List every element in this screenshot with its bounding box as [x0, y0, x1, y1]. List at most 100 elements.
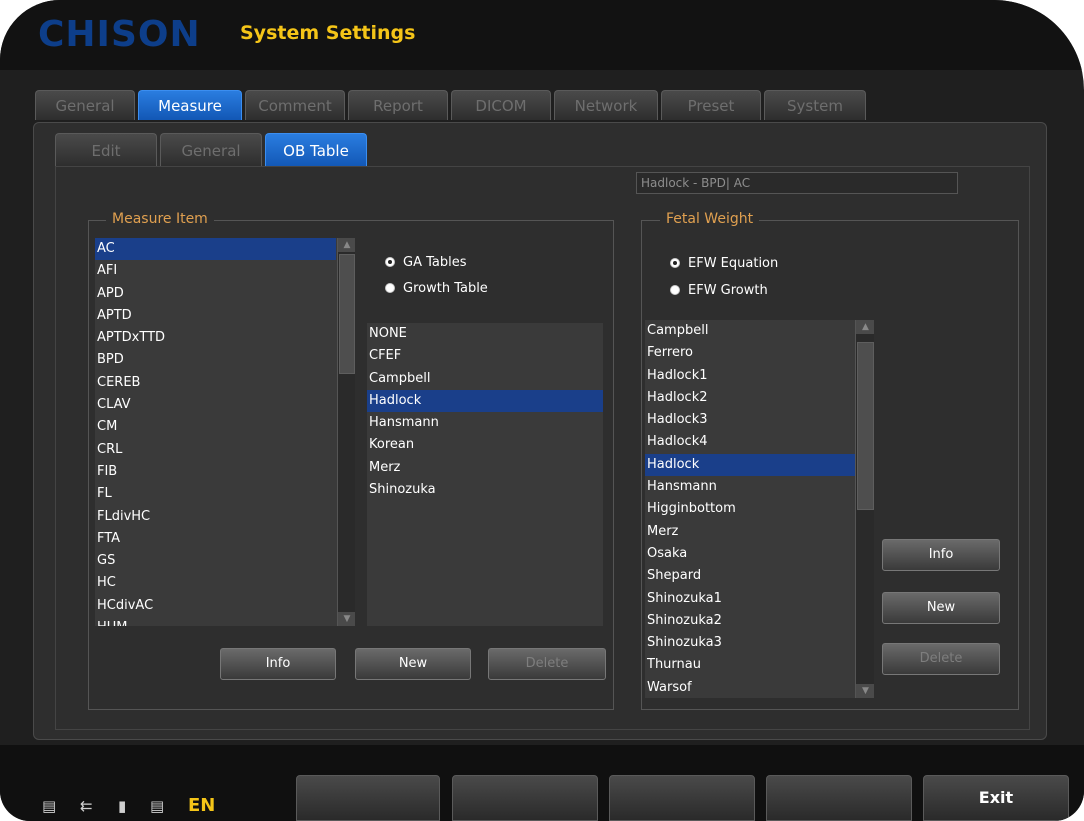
growth-table-radio[interactable]: Growth Table [385, 281, 488, 296]
fetal-weight-legend: Fetal Weight [660, 211, 760, 227]
efw-list-scrollbar[interactable]: ▲ ▼ [855, 320, 874, 698]
application-window: CHISON System Settings General Measure C… [0, 0, 1084, 821]
list-item[interactable]: AC [95, 238, 336, 261]
function-button-1[interactable] [296, 775, 440, 821]
tab-preset[interactable]: Preset [661, 90, 761, 120]
list-item[interactable]: CLAV [95, 394, 336, 416]
radio-unchecked-icon [670, 285, 680, 295]
author-list[interactable]: NONE CFEF Campbell Hadlock Hansmann Kore… [367, 323, 603, 626]
radio-checked-icon [385, 257, 395, 267]
exit-button[interactable]: Exit [923, 775, 1069, 821]
list-item[interactable]: FLdivHC [95, 506, 336, 528]
list-item[interactable]: Osaka [645, 543, 855, 565]
list-item[interactable]: CFEF [367, 345, 603, 367]
tab-measure[interactable]: Measure [138, 90, 242, 120]
subtab-edit[interactable]: Edit [55, 133, 157, 167]
list-item[interactable]: Hadlock [367, 389, 603, 413]
list-item[interactable]: Warsof [645, 677, 855, 698]
page-title: System Settings [240, 22, 416, 44]
list-item[interactable]: Hadlock3 [645, 409, 855, 431]
ga-tables-label: GA Tables [403, 255, 467, 270]
list-item[interactable]: APTDxTTD [95, 327, 336, 349]
ga-tables-radio[interactable]: GA Tables [385, 255, 467, 270]
language-indicator: EN [188, 795, 216, 816]
new-button[interactable]: New [355, 648, 471, 680]
network-icon: ▤ [42, 797, 57, 815]
tab-general[interactable]: General [35, 90, 135, 120]
list-item[interactable]: AFI [95, 260, 336, 282]
list-item[interactable]: FL [95, 483, 336, 505]
efw-growth-radio[interactable]: EFW Growth [670, 283, 768, 298]
scroll-up-icon[interactable]: ▲ [338, 238, 355, 252]
list-item[interactable]: HCdivAC [95, 595, 336, 617]
list-item[interactable]: Shepard [645, 565, 855, 587]
list-item[interactable]: Shinozuka3 [645, 632, 855, 654]
list-item[interactable]: Hadlock4 [645, 431, 855, 453]
list-item[interactable]: Shinozuka [367, 479, 603, 501]
list-item[interactable]: Ferrero [645, 342, 855, 364]
list-item[interactable]: Campbell [367, 368, 603, 390]
scroll-thumb[interactable] [339, 254, 355, 374]
list-item[interactable]: HC [95, 572, 336, 594]
subtab-general[interactable]: General [160, 133, 262, 167]
list-item[interactable]: Shinozuka1 [645, 588, 855, 610]
measure-item-scrollbar[interactable]: ▲ ▼ [337, 238, 355, 626]
efw-equation-radio[interactable]: EFW Equation [670, 256, 778, 271]
list-item[interactable]: FIB [95, 461, 336, 483]
list-item[interactable]: CRL [95, 439, 336, 461]
formula-display: Hadlock - BPD| AC [636, 172, 958, 194]
function-button-2[interactable] [452, 775, 598, 821]
list-item[interactable]: Hansmann [645, 476, 855, 498]
list-item[interactable]: CM [95, 416, 336, 438]
function-button-4[interactable] [766, 775, 912, 821]
growth-table-label: Growth Table [403, 281, 488, 296]
radio-unchecked-icon [385, 283, 395, 293]
subtab-ob-table[interactable]: OB Table [265, 133, 367, 167]
list-item[interactable]: Thurnau [645, 654, 855, 676]
tab-comment[interactable]: Comment [245, 90, 345, 120]
chison-logo: CHISON [38, 14, 201, 55]
list-item[interactable]: Merz [367, 457, 603, 479]
list-item[interactable]: Hadlock1 [645, 365, 855, 387]
efw-author-list[interactable]: Campbell Ferrero Hadlock1 Hadlock2 Hadlo… [645, 320, 874, 698]
list-item[interactable]: Korean [367, 434, 603, 456]
disk-icon: ▮ [118, 797, 127, 815]
list-item[interactable]: APD [95, 283, 336, 305]
efw-growth-label: EFW Growth [688, 283, 768, 298]
list-item[interactable]: BPD [95, 349, 336, 371]
efw-delete-button[interactable]: Delete [882, 643, 1000, 675]
list-item[interactable]: Campbell [645, 320, 855, 342]
list-item[interactable]: FTA [95, 528, 336, 550]
function-button-3[interactable] [609, 775, 755, 821]
measure-item-list[interactable]: AC AFI APD APTD APTDxTTD BPD CEREB CLAV … [95, 238, 355, 626]
efw-new-button[interactable]: New [882, 592, 1000, 624]
efw-equation-label: EFW Equation [688, 256, 779, 271]
list-item[interactable]: NONE [367, 323, 603, 345]
tab-system[interactable]: System [764, 90, 866, 120]
scroll-up-icon[interactable]: ▲ [856, 320, 874, 334]
scroll-down-icon[interactable]: ▼ [338, 612, 355, 626]
list-item[interactable]: HUM [95, 617, 336, 626]
usb-icon: ⇇ [80, 797, 93, 815]
delete-button[interactable]: Delete [488, 648, 606, 680]
info-button[interactable]: Info [220, 648, 336, 680]
monitor-icon: ▤ [150, 797, 165, 815]
efw-info-button[interactable]: Info [882, 539, 1000, 571]
list-item[interactable]: Merz [645, 521, 855, 543]
list-item[interactable]: CEREB [95, 372, 336, 394]
list-item[interactable]: Higginbottom [645, 498, 855, 520]
tab-report[interactable]: Report [348, 90, 448, 120]
list-item[interactable]: Hadlock2 [645, 387, 855, 409]
radio-checked-icon [670, 258, 680, 268]
header-bar: CHISON System Settings [0, 0, 1084, 70]
measure-item-legend: Measure Item [106, 211, 214, 227]
list-item[interactable]: APTD [95, 305, 336, 327]
tab-network[interactable]: Network [554, 90, 658, 120]
scroll-thumb[interactable] [857, 342, 874, 510]
list-item[interactable]: Hadlock [645, 453, 855, 477]
list-item[interactable]: Shinozuka2 [645, 610, 855, 632]
scroll-down-icon[interactable]: ▼ [856, 684, 874, 698]
tab-dicom[interactable]: DICOM [451, 90, 551, 120]
list-item[interactable]: GS [95, 550, 336, 572]
list-item[interactable]: Hansmann [367, 412, 603, 434]
